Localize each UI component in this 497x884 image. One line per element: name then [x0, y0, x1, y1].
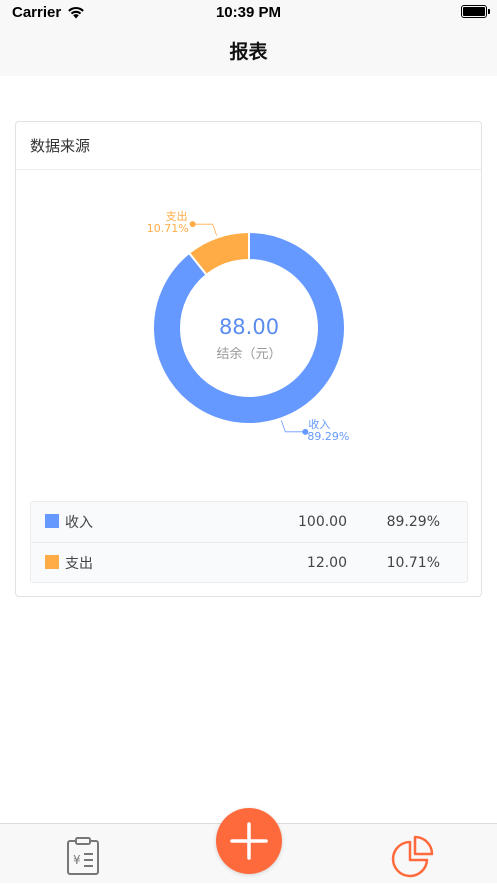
slice-label-0: 收入 [308, 417, 330, 431]
leader-line-0 [280, 420, 306, 433]
tab-bills[interactable]: ¥ [64, 836, 102, 876]
center-label: 结余（元） [216, 346, 281, 362]
svg-text:¥: ¥ [73, 853, 81, 867]
slice-percent-0: 89.29% [307, 430, 349, 443]
page-title: 报表 [229, 40, 268, 63]
navigation-bar: 报表 [0, 24, 497, 76]
legend-amount: 12.00 [306, 554, 347, 571]
slice-percent-1: 10.71% [147, 222, 189, 235]
bill-list-icon: ¥ [67, 837, 99, 875]
legend-name: 收入 [65, 515, 93, 531]
battery-icon [461, 5, 490, 18]
legend-row-expense[interactable]: 支出 12.00 10.71% [31, 542, 467, 582]
pie-chart-icon [391, 835, 434, 878]
center-value: 88.00 [219, 315, 279, 339]
income-swatch [45, 514, 59, 528]
leader-dot-1 [189, 221, 196, 228]
data-source-card: 数据来源 收入 89.29% 支出 10.71% 88.00 结余（元） 收入 100.0… [15, 121, 482, 597]
card-header: 数据来源 [16, 122, 481, 170]
donut-chart: 收入 89.29% 支出 10.71% 88.00 结余（元） [16, 170, 483, 500]
plus-icon [230, 822, 268, 860]
slice-label-1: 支出 [166, 209, 188, 223]
status-time: 10:39 PM [215, 4, 282, 21]
status-bar: Carrier 10:39 PM [0, 0, 497, 24]
card-title: 数据来源 [30, 137, 91, 155]
donut-chart-svg: 收入89.29% 支出10.71% 88.00 结余（元） [147, 209, 350, 443]
legend-percent: 89.29% [386, 514, 440, 530]
legend-table: 收入 100.00 89.29% 支出 12.00 10.71% [30, 501, 468, 583]
leader-line-1 [192, 223, 218, 236]
expense-swatch [45, 555, 59, 569]
legend-row-income[interactable]: 收入 100.00 89.29% [31, 502, 467, 542]
legend-name: 支出 [65, 555, 93, 572]
tab-report[interactable] [390, 834, 436, 880]
legend-amount: 100.00 [298, 514, 347, 530]
add-record-button[interactable] [216, 808, 282, 874]
legend-percent: 10.71% [386, 554, 440, 571]
